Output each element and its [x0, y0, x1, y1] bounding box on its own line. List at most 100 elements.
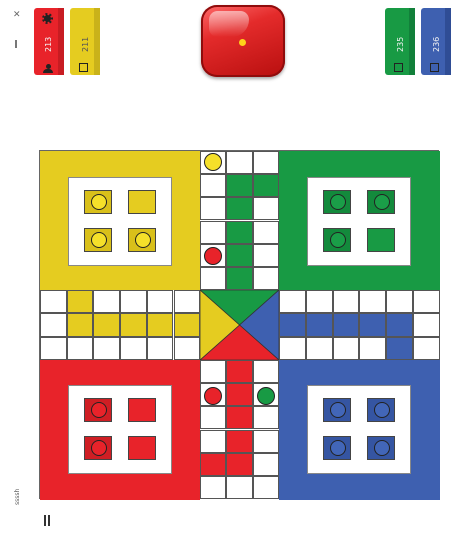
green-token-slot[interactable] [367, 228, 395, 252]
yellow-token-slot[interactable] [128, 190, 156, 214]
track-cell [226, 475, 253, 499]
track-cell [173, 313, 201, 337]
green-token-on-track[interactable] [257, 387, 275, 405]
track-cell [359, 336, 387, 360]
track-cell [120, 290, 147, 314]
player-count: 213 [44, 36, 53, 52]
track-cell [93, 313, 121, 337]
player-card-green[interactable]: 235 [385, 8, 415, 75]
yellow-token[interactable] [91, 232, 107, 248]
card-stripe [409, 8, 415, 75]
track-cell [226, 429, 253, 453]
track-cell [305, 290, 333, 314]
yellow-token-slot[interactable] [128, 228, 156, 252]
red-token-on-track[interactable] [204, 387, 222, 405]
green-token[interactable] [374, 194, 390, 210]
track-cell [252, 452, 279, 476]
track-cell [386, 290, 414, 314]
player-card-blue[interactable]: 236 [421, 8, 451, 75]
person-icon [43, 64, 53, 73]
red-token[interactable] [91, 440, 107, 456]
player-card-red[interactable]: 213 [34, 8, 64, 75]
track-cell [226, 406, 253, 430]
yellow-token[interactable] [135, 232, 151, 248]
blue-home [279, 360, 440, 500]
track-cell [93, 290, 121, 314]
red-token-on-track[interactable] [204, 247, 222, 265]
track-cell [252, 197, 279, 221]
track-cell [226, 220, 253, 244]
blue-token[interactable] [374, 440, 390, 456]
track-cell [386, 336, 414, 360]
red-token-slot[interactable] [128, 398, 156, 422]
track-cell [66, 290, 94, 314]
yellow-token-slot[interactable] [84, 190, 112, 214]
track-cell [146, 313, 174, 337]
track-cell [200, 360, 227, 384]
track-cell [279, 336, 306, 360]
track-cell [332, 290, 360, 314]
track-cell [252, 243, 279, 267]
dice-pip [239, 39, 246, 46]
yellow-token[interactable] [91, 194, 107, 210]
green-token-slot[interactable] [367, 190, 395, 214]
blue-token-slot[interactable] [323, 436, 351, 460]
track-cell [200, 174, 227, 198]
blue-token-slot[interactable] [367, 436, 395, 460]
track-cell [252, 151, 279, 175]
track-cell [279, 313, 306, 337]
footer-label: ssssh [14, 488, 21, 505]
green-token[interactable] [330, 194, 346, 210]
track-cell [252, 475, 279, 499]
square-icon [430, 63, 439, 72]
track-cell [252, 174, 279, 198]
track-cell [173, 336, 201, 360]
green-home [279, 151, 440, 290]
track-cell [226, 266, 253, 290]
dice-shine [209, 11, 249, 37]
track-cell [252, 360, 279, 384]
player-card-yellow[interactable]: 211 [70, 8, 100, 75]
green-token-slot[interactable] [323, 228, 351, 252]
blue-token[interactable] [330, 440, 346, 456]
blue-token[interactable] [374, 402, 390, 418]
yellow-home [40, 151, 200, 290]
track-cell [200, 266, 227, 290]
dice-button[interactable] [201, 5, 285, 77]
blue-token-slot[interactable] [367, 398, 395, 422]
pause-icon[interactable] [44, 515, 50, 526]
yellow-token-slot[interactable] [84, 228, 112, 252]
red-token[interactable] [91, 402, 107, 418]
track-cell [200, 406, 227, 430]
menu-icon[interactable] [15, 40, 17, 48]
track-cell [413, 336, 440, 360]
track-cell [413, 313, 440, 337]
track-cell [359, 290, 387, 314]
track-cell [386, 313, 414, 337]
red-token-slot[interactable] [84, 436, 112, 460]
track-cell [226, 151, 253, 175]
close-icon[interactable]: ✕ [13, 10, 23, 20]
track-cell [200, 429, 227, 453]
blue-token-slot[interactable] [323, 398, 351, 422]
track-cell [279, 290, 306, 314]
track-cell [200, 475, 227, 499]
track-cell [120, 336, 147, 360]
square-icon [394, 63, 403, 72]
track-cell [226, 360, 253, 384]
red-home [40, 360, 200, 500]
red-token-slot[interactable] [128, 436, 156, 460]
board-center [200, 290, 279, 360]
track-cell [226, 243, 253, 267]
red-token-slot[interactable] [84, 398, 112, 422]
yellow-token-on-track[interactable] [204, 153, 222, 171]
card-stripe [94, 8, 100, 75]
track-cell [413, 290, 440, 314]
track-cell [226, 383, 253, 407]
track-cell [200, 220, 227, 244]
player-count: 211 [81, 36, 90, 52]
blue-token[interactable] [330, 402, 346, 418]
green-token-slot[interactable] [323, 190, 351, 214]
track-cell [200, 452, 227, 476]
green-token[interactable] [330, 232, 346, 248]
